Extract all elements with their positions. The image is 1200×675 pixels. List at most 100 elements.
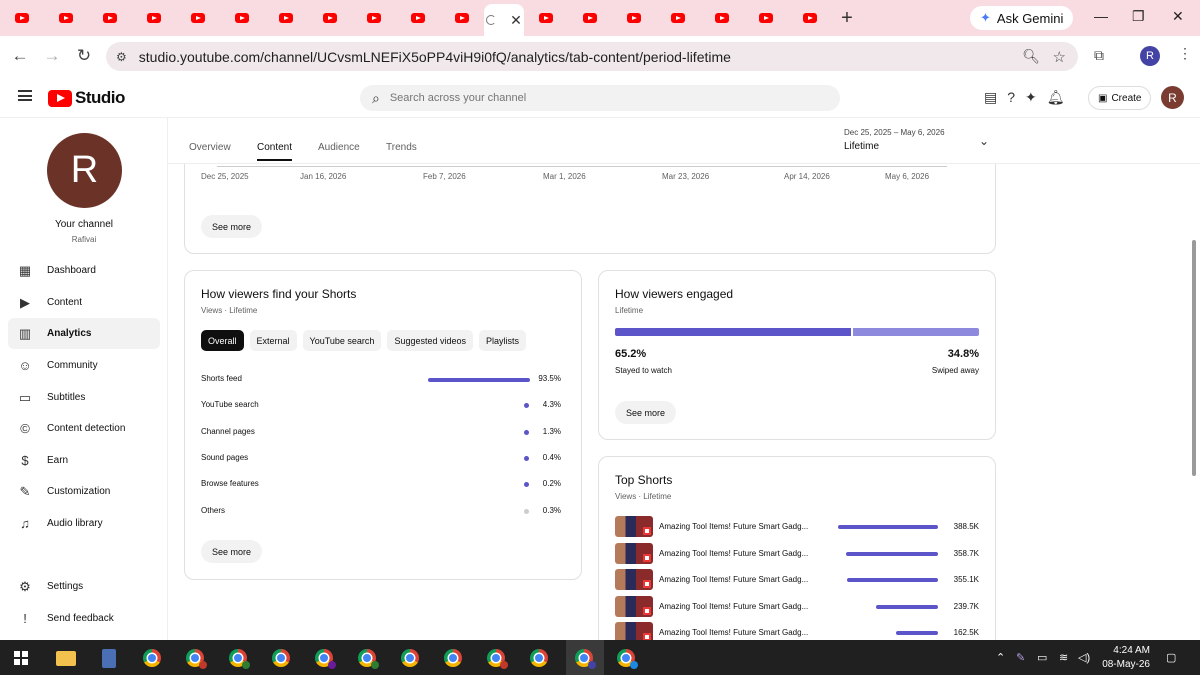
short-thumbnail[interactable] <box>615 542 653 564</box>
date-range-picker[interactable]: Dec 25, 2025 – May 6, 2026 Lifetime <box>844 128 945 152</box>
browser-tab[interactable] <box>524 0 568 36</box>
chrome-profile-icon[interactable] <box>229 649 250 669</box>
chip-external[interactable]: External <box>249 330 297 351</box>
browser-tab[interactable] <box>264 0 308 36</box>
site-settings-icon[interactable]: ⚙ <box>116 50 127 64</box>
browser-tab[interactable] <box>656 0 700 36</box>
see-more-button[interactable]: See more <box>201 215 263 238</box>
notification-center-icon[interactable]: ▢ <box>1166 651 1176 664</box>
tab-content[interactable]: Content <box>257 142 293 161</box>
chip-youtube-search[interactable]: YouTube search <box>302 330 382 351</box>
chrome-icon[interactable] <box>401 649 419 667</box>
browser-tab[interactable] <box>788 0 832 36</box>
browser-tab[interactable] <box>308 0 352 36</box>
volume-icon[interactable]: ◁) <box>1078 651 1090 664</box>
browser-tab[interactable] <box>612 0 656 36</box>
omnibox[interactable]: ⚙ studio.youtube.com/channel/UCvsmLNEFiX… <box>106 42 1078 71</box>
see-more-button[interactable]: See more <box>201 540 263 563</box>
see-more-button[interactable]: See more <box>615 401 677 424</box>
short-title[interactable]: Amazing Tool Items! Future Smart Gadg... <box>659 522 808 531</box>
channel-avatar[interactable]: R <box>47 133 122 208</box>
sidebar-item-dashboard[interactable]: ▦ Dashboard <box>8 255 160 286</box>
help-icon[interactable]: ? <box>1007 89 1015 106</box>
browser-tab[interactable] <box>396 0 440 36</box>
chip-playlists[interactable]: Playlists <box>479 330 527 351</box>
browser-tab[interactable] <box>176 0 220 36</box>
tab-trends[interactable]: Trends <box>386 142 417 153</box>
browser-tab[interactable] <box>700 0 744 36</box>
profile-avatar[interactable]: R <box>1140 46 1160 66</box>
close-tab-icon[interactable]: ✕ <box>510 12 522 29</box>
search-bar[interactable]: ⌕ <box>360 85 840 111</box>
close-window-icon[interactable]: ✕ <box>1172 8 1184 25</box>
create-button[interactable]: ▣ Create <box>1088 86 1152 110</box>
sidebar-item-settings[interactable]: ⚙ Settings <box>8 571 160 602</box>
chrome-profile-icon[interactable] <box>315 649 336 669</box>
account-avatar[interactable]: R <box>1161 86 1184 109</box>
browser-tab[interactable] <box>440 0 484 36</box>
url-text[interactable]: studio.youtube.com/channel/UCvsmLNEFiX5o… <box>139 49 731 65</box>
new-tab-button[interactable]: + <box>832 7 862 30</box>
system-clock[interactable]: 4:24 AM 08-May-26 <box>1098 644 1150 672</box>
browser-tab[interactable] <box>132 0 176 36</box>
short-thumbnail[interactable] <box>615 569 653 590</box>
windows-start-icon[interactable] <box>14 651 28 665</box>
chrome-icon[interactable] <box>444 649 462 667</box>
pen-icon[interactable]: ✎ <box>1016 651 1025 664</box>
chip-suggested-videos[interactable]: Suggested videos <box>387 330 473 351</box>
calculator-icon[interactable] <box>102 649 116 668</box>
browser-tab-active[interactable]: ✕ <box>484 4 524 36</box>
file-explorer-icon[interactable] <box>56 651 76 666</box>
bookmark-star-icon[interactable]: ☆ <box>1053 48 1066 66</box>
browser-tab[interactable] <box>568 0 612 36</box>
menu-icon[interactable] <box>18 90 32 101</box>
wifi-icon[interactable]: ≋ <box>1059 651 1068 664</box>
sidebar-item-audio-library[interactable]: ♫ Audio library <box>8 508 160 539</box>
browser-tab[interactable] <box>0 0 44 36</box>
back-icon[interactable]: ← <box>4 46 36 66</box>
top-short-row[interactable]: Amazing Tool Items! Future Smart Gadg...… <box>615 595 979 618</box>
side-panel-icon[interactable]: ⧉ <box>1094 47 1104 64</box>
browser-tab[interactable] <box>352 0 396 36</box>
chrome-icon[interactable] <box>530 649 548 667</box>
search-input[interactable] <box>389 92 790 104</box>
zoom-icon[interactable]: 🔍︎ <box>1022 48 1040 65</box>
chevron-down-icon[interactable]: ⌄ <box>979 134 989 148</box>
tab-audience[interactable]: Audience <box>318 142 360 153</box>
chrome-icon[interactable] <box>143 649 161 667</box>
top-short-row[interactable]: Amazing Tool Items! Future Smart Gadg...… <box>615 569 979 591</box>
ask-gemini-button[interactable]: ✦ Ask Gemini <box>970 6 1074 30</box>
short-thumbnail[interactable] <box>615 622 653 640</box>
top-short-row[interactable]: Amazing Tool Items! Future Smart Gadg...… <box>615 622 979 640</box>
browser-tab[interactable] <box>220 0 264 36</box>
browser-tab[interactable] <box>44 0 88 36</box>
chrome-profile-icon[interactable] <box>617 649 638 669</box>
restore-icon[interactable]: ❐ <box>1132 8 1145 25</box>
short-thumbnail[interactable] <box>615 516 653 537</box>
sidebar-item-content-detection[interactable]: © Content detection <box>8 413 160 444</box>
minimize-icon[interactable]: — <box>1094 8 1108 24</box>
forward-icon[interactable]: → <box>36 46 68 66</box>
chrome-active-icon[interactable] <box>575 649 596 669</box>
sidebar-item-customization[interactable]: ✎ Customization <box>8 476 160 507</box>
chrome-profile-icon[interactable] <box>358 649 379 669</box>
short-title[interactable]: Amazing Tool Items! Future Smart Gadg... <box>659 628 808 637</box>
sidebar-item-earn[interactable]: $ Earn <box>8 445 160 476</box>
chevron-up-icon[interactable]: ⌃ <box>996 651 1005 664</box>
short-thumbnail[interactable] <box>615 595 653 617</box>
notifications-icon[interactable]: 🔔︎ <box>1047 89 1065 106</box>
short-title[interactable]: Amazing Tool Items! Future Smart Gadg... <box>659 575 808 584</box>
top-short-row[interactable]: Amazing Tool Items! Future Smart Gadg...… <box>615 516 979 538</box>
reload-icon[interactable]: ↻ <box>68 46 100 66</box>
sidebar-item-community[interactable]: ☺ Community <box>8 350 160 381</box>
sidebar-item-analytics[interactable]: ▥ Analytics <box>8 318 160 349</box>
sidebar-item-content[interactable]: ▶ Content <box>8 287 160 318</box>
top-short-row[interactable]: Amazing Tool Items! Future Smart Gadg...… <box>615 542 979 565</box>
browser-tab[interactable] <box>88 0 132 36</box>
studio-logo[interactable]: Studio <box>48 88 125 108</box>
short-title[interactable]: Amazing Tool Items! Future Smart Gadg... <box>659 549 808 558</box>
chrome-icon[interactable] <box>272 649 290 667</box>
browser-menu-icon[interactable]: ⋮ <box>1178 45 1192 62</box>
comments-icon[interactable]: ▤ <box>984 89 997 106</box>
short-title[interactable]: Amazing Tool Items! Future Smart Gadg... <box>659 602 808 611</box>
